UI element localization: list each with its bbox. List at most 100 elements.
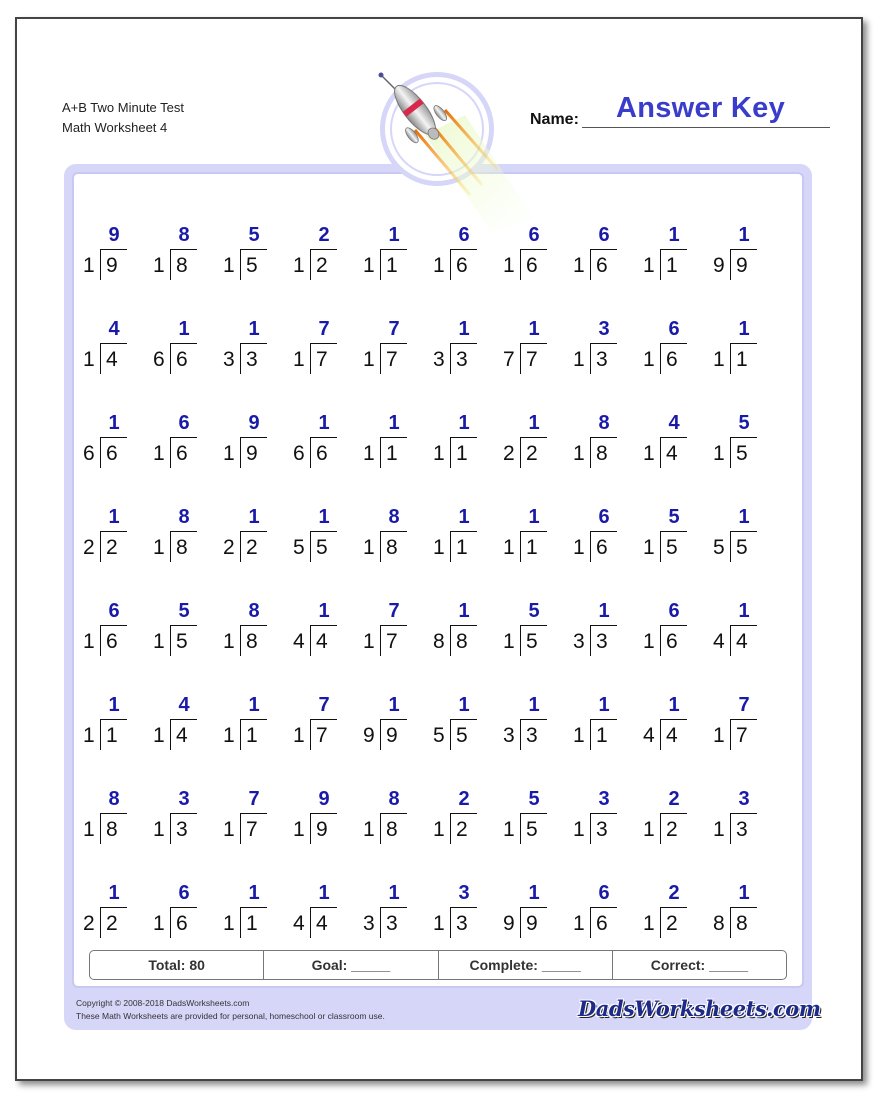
dividend: 6 [106,442,118,465]
quotient-answer: 7 [388,600,400,622]
division-problem: 717 [290,694,350,754]
dividend: 1 [386,254,398,277]
dividend: 2 [316,254,328,277]
division-problem: 515 [500,600,560,660]
dividend: 5 [736,536,748,559]
division-problem: 133 [430,318,490,378]
quotient-answer: 1 [318,412,330,434]
divisor: 1 [433,912,445,935]
goal-field[interactable]: Goal: _____ [264,951,439,979]
name-field-line[interactable] [582,127,830,128]
division-problem: 616 [640,600,700,660]
dividend: 5 [246,254,258,277]
divisor: 1 [643,348,655,371]
divisor: 1 [433,442,445,465]
division-problem: 717 [360,600,420,660]
division-problem: 122 [80,882,140,942]
dividend: 8 [596,442,608,465]
dividend: 2 [106,536,118,559]
division-problem: 818 [360,506,420,566]
dividend: 4 [176,724,188,747]
division-problem: 616 [570,506,630,566]
quotient-answer: 6 [598,882,610,904]
divisor: 1 [153,536,165,559]
quotient-answer: 7 [388,318,400,340]
divisor: 1 [223,630,235,653]
divisor: 1 [363,442,375,465]
quotient-answer: 1 [528,506,540,528]
quotient-answer: 9 [318,788,330,810]
division-problem: 122 [500,412,560,472]
division-problem: 133 [570,600,630,660]
division-problem: 616 [150,882,210,942]
quotient-answer: 6 [598,506,610,528]
worksheet-title: A+B Two Minute Test Math Worksheet 4 [62,98,184,138]
quotient-answer: 3 [458,882,470,904]
divisor: 2 [223,536,235,559]
dividend: 7 [316,724,328,747]
divisor: 1 [573,724,585,747]
quotient-answer: 1 [388,694,400,716]
divisor: 1 [293,724,305,747]
quotient-answer: 1 [668,694,680,716]
divisor: 3 [503,724,515,747]
divisor: 1 [503,630,515,653]
divisor: 1 [363,630,375,653]
quotient-answer: 1 [528,694,540,716]
divisor: 1 [363,536,375,559]
dividend: 8 [176,536,188,559]
quotient-answer: 8 [388,788,400,810]
dividend: 9 [736,254,748,277]
dividend: 8 [246,630,258,653]
quotient-answer: 1 [668,224,680,246]
dividend: 3 [386,912,398,935]
complete-field[interactable]: Complete: _____ [439,951,613,979]
division-problem: 133 [360,882,420,942]
divisor: 1 [223,724,235,747]
quotient-answer: 8 [388,506,400,528]
division-problem: 111 [220,882,280,942]
divisor: 1 [153,630,165,653]
division-problem: 919 [220,412,280,472]
divisor: 1 [293,818,305,841]
divisor: 5 [433,724,445,747]
divisor: 1 [83,630,95,653]
division-problem: 515 [220,224,280,284]
quotient-answer: 1 [458,318,470,340]
divisor: 9 [503,912,515,935]
divisor: 6 [293,442,305,465]
quotient-answer: 6 [178,412,190,434]
division-problem: 313 [570,318,630,378]
quotient-answer: 1 [738,318,750,340]
dividend: 1 [526,536,538,559]
dividend: 3 [596,630,608,653]
dividend: 2 [526,442,538,465]
quotient-answer: 1 [738,882,750,904]
divisor: 3 [223,348,235,371]
division-problem: 414 [150,694,210,754]
quotient-answer: 6 [108,600,120,622]
division-problem: 188 [430,600,490,660]
correct-field[interactable]: Correct: _____ [613,951,786,979]
dividend: 1 [106,724,118,747]
quotient-answer: 3 [598,318,610,340]
dividend: 2 [666,818,678,841]
division-problem: 818 [360,788,420,848]
dividend: 6 [106,630,118,653]
division-problem: 212 [430,788,490,848]
dividend: 4 [316,912,328,935]
division-problem: 144 [290,600,350,660]
quotient-answer: 6 [668,600,680,622]
division-problem: 111 [360,224,420,284]
score-bar: Total: 80 Goal: _____ Complete: _____ Co… [89,950,787,980]
dividend: 1 [246,724,258,747]
division-problem: 155 [710,506,770,566]
division-problem: 166 [80,412,140,472]
quotient-answer: 1 [248,694,260,716]
division-problem: 122 [80,506,140,566]
quotient-answer: 1 [388,224,400,246]
quotient-answer: 1 [108,412,120,434]
divisor: 1 [153,442,165,465]
divisor: 5 [713,536,725,559]
divisor: 1 [503,818,515,841]
